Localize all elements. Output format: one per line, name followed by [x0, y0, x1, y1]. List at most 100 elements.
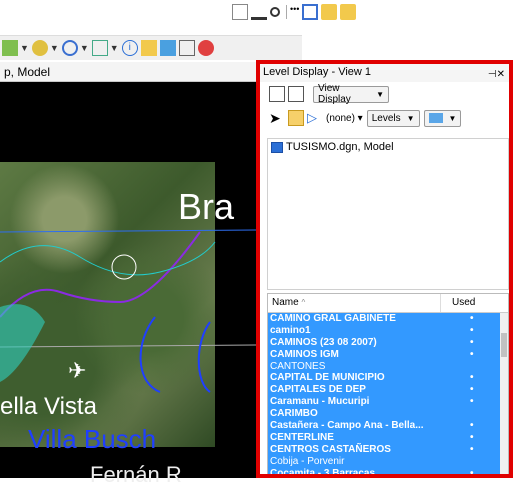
level-used-indicator: • — [470, 384, 474, 396]
views-icon[interactable] — [269, 86, 285, 102]
level-row[interactable]: CENTERLINE • — [268, 432, 500, 444]
sort-ascending-icon: ^ — [301, 298, 306, 307]
level-row[interactable]: CAMINO GRAL GABINETE • — [268, 313, 500, 325]
levels-dropdown[interactable]: Levels ▼ — [366, 109, 420, 127]
panel-toolbar-2: ➤ ▷ (none) ▾ Levels ▼ ▼ — [269, 106, 462, 130]
toolbar-group-1: ••• — [232, 4, 359, 20]
level-used-indicator: • — [470, 348, 474, 360]
pin-icon[interactable]: ⊣✕ — [488, 65, 505, 85]
info-icon[interactable]: i — [121, 40, 138, 56]
chevron-down-icon: ▼ — [406, 113, 415, 123]
filter-icon[interactable]: ▷ — [307, 110, 323, 126]
fit-view-icon[interactable] — [251, 4, 267, 20]
level-name: CAMINO GRAL GABINETE — [270, 313, 396, 324]
level-row[interactable]: CAPITALES DE DEP • — [268, 384, 500, 396]
levels-rows: CAMINO GRAL GABINETE • camino1 • CAMINOS (23… — [268, 313, 500, 478]
view-display-dropdown[interactable]: View Display ▼ — [313, 83, 389, 105]
panel-title: Level Display - View 1 — [263, 66, 372, 78]
file-tree: TUSISMO.dgn, Model — [267, 138, 509, 290]
level-row[interactable]: CANTONES — [268, 361, 500, 373]
level-manager-icon[interactable] — [2, 40, 18, 56]
level-used-indicator: • — [470, 443, 474, 455]
chevron-down-icon[interactable]: ▼ — [110, 43, 119, 53]
column-header-name[interactable]: Name ^ — [272, 297, 305, 308]
map-label-bottom: Fernán R — [90, 462, 182, 487]
level-used-indicator: • — [470, 420, 474, 432]
aircraft-icon: ✈ — [68, 358, 87, 383]
view-title-bar: p, Model — [0, 62, 262, 82]
levels-list: Name ^ Used CAMINO GRAL GABINETE • camino1… — [267, 293, 509, 478]
snap-icon[interactable] — [61, 40, 78, 56]
window-icon[interactable] — [232, 4, 248, 20]
map-label-bra: Bra — [178, 186, 235, 227]
zoom-icon[interactable] — [270, 7, 280, 17]
chevron-down-icon: ▼ — [448, 113, 457, 123]
level-row[interactable]: CAPITAL DE MUNICIPIO • — [268, 372, 500, 384]
edit-levels-dropdown[interactable]: ▼ — [423, 109, 462, 127]
panel-toolbar-1: View Display ▼ — [269, 82, 389, 106]
project-icon[interactable] — [302, 4, 319, 20]
open-folder-icon[interactable] — [321, 4, 338, 20]
level-name: camino1 — [270, 324, 311, 336]
level-name: CAPITAL DE MUNICIPIO — [270, 372, 385, 384]
level-name: Cobija - Porvenir — [270, 455, 345, 467]
level-used-indicator: • — [470, 431, 474, 443]
secondary-toolbar: ▼ ▼ ▼ ▼ i — [0, 35, 302, 60]
file-tree-item[interactable]: TUSISMO.dgn, Model — [271, 141, 394, 153]
level-name: CENTROS CASTAÑEROS — [270, 443, 391, 455]
level-used-indicator: • — [470, 467, 474, 478]
level-row[interactable]: Caramanu - Mucuripi • — [268, 396, 500, 408]
level-name: CAPITALES DE DEP — [270, 384, 366, 396]
file-name: TUSISMO.dgn, Model — [286, 141, 394, 153]
level-name: CARIMBO — [270, 408, 318, 420]
level-name: Caramanu - Mucuripi — [270, 396, 370, 408]
layers-icon[interactable] — [31, 40, 48, 56]
level-row[interactable]: CARIMBO — [268, 408, 500, 420]
chevron-down-icon[interactable]: ▼ — [50, 43, 59, 53]
level-used-indicator: • — [470, 336, 474, 348]
edit-icon — [428, 113, 443, 123]
level-row[interactable]: CENTROS CASTAÑEROS • — [268, 444, 500, 456]
grid-icon[interactable] — [178, 40, 195, 56]
separator — [286, 5, 287, 19]
level-name: Cocamita - 3 Barracas — [270, 467, 376, 478]
level-row[interactable]: camino1 • — [268, 325, 500, 337]
level-name: Castañera - Campo Ana - Bella... — [270, 420, 424, 432]
level-display-panel: Level Display - View 1 ⊣✕ View Display ▼ … — [259, 62, 513, 478]
chevron-down-icon[interactable]: ▼ — [20, 43, 29, 53]
level-row[interactable]: CAMINOS (23 08 2007) • — [268, 337, 500, 349]
level-row[interactable]: Cocamita - 3 Barracas • — [268, 468, 500, 478]
level-name: CANTONES — [270, 360, 326, 372]
level-name: CENTERLINE — [270, 431, 334, 443]
chevron-down-icon: ▼ — [376, 89, 384, 99]
view-title: p, Model — [4, 65, 51, 79]
level-used-indicator: • — [470, 324, 474, 336]
model-icon — [271, 141, 283, 153]
map-label-villa-busch: Villa Busch — [28, 424, 157, 454]
raster-icon[interactable] — [159, 40, 176, 56]
find-icon[interactable] — [140, 40, 157, 56]
tree-view-icon[interactable] — [288, 110, 304, 126]
top-toolbar: ••• — [0, 0, 513, 28]
map-label-bella-vista: ella Vista — [0, 393, 97, 420]
scrollbar-thumb[interactable] — [501, 333, 507, 357]
level-row[interactable]: Cobija - Porvenir — [268, 456, 500, 468]
level-used-indicator: • — [470, 372, 474, 384]
column-divider[interactable] — [440, 294, 441, 312]
level-used-indicator: • — [470, 396, 474, 408]
level-used-indicator: • — [470, 313, 474, 324]
line-style-icon[interactable] — [91, 40, 108, 56]
folder-icon[interactable] — [340, 4, 357, 20]
filter-dropdown[interactable]: (none) ▾ — [326, 113, 363, 124]
select-view-icon[interactable] — [288, 86, 304, 102]
gear-icon[interactable]: ••• — [290, 4, 299, 20]
level-row[interactable]: CAMINOS IGM • — [268, 349, 500, 361]
delete-icon[interactable] — [197, 40, 214, 56]
level-row[interactable]: Castañera - Campo Ana - Bella... • — [268, 420, 500, 432]
level-symbology-icon[interactable]: ➤ — [269, 110, 285, 126]
chevron-down-icon[interactable]: ▼ — [80, 43, 89, 53]
levels-list-header: Name ^ Used — [268, 294, 508, 313]
column-header-used[interactable]: Used — [452, 297, 475, 308]
scrollbar[interactable] — [500, 313, 508, 478]
panel-title-bar: Level Display - View 1 ⊣✕ — [259, 62, 513, 82]
